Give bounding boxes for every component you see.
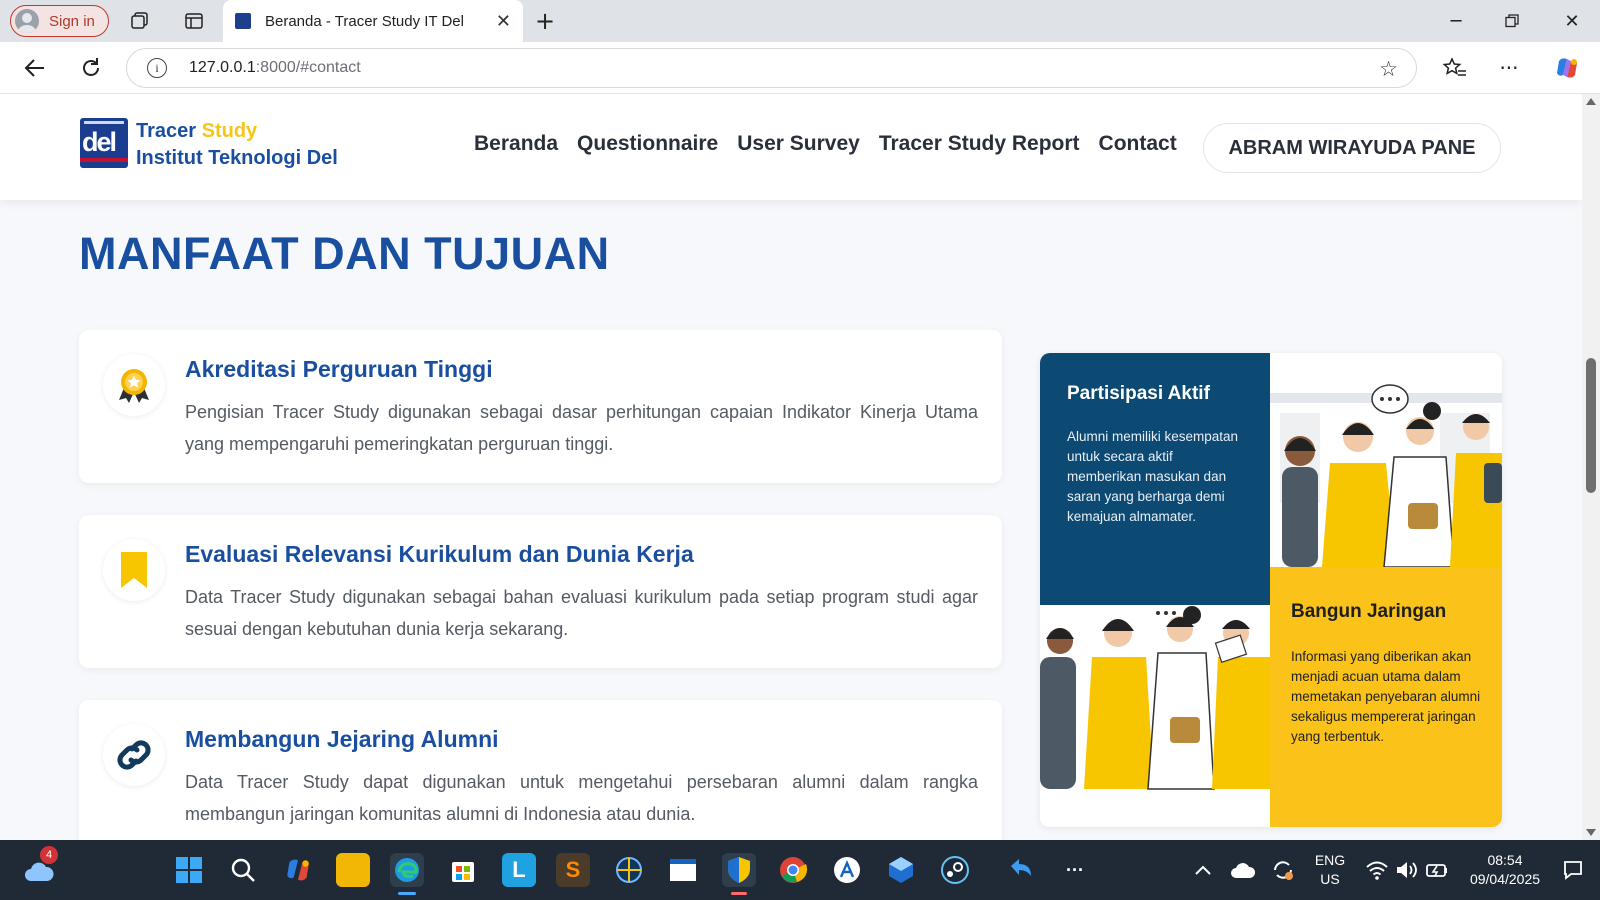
favorite-star-icon[interactable]: ☆ (1379, 57, 1398, 81)
file-explorer-icon[interactable] (336, 853, 370, 887)
tab-active[interactable]: Beranda - Tracer Study IT Del ✕ (223, 0, 523, 42)
brand-tracer: Tracer (136, 120, 197, 142)
panel-participation: Partisipasi Aktif Alumni memiliki kesemp… (1040, 353, 1270, 605)
nav-questionnaire[interactable]: Questionnaire (577, 132, 718, 156)
page-viewport: del Tracer Study Institut Teknologi Del … (0, 94, 1582, 840)
card-title: Akreditasi Perguruan Tinggi (185, 356, 493, 382)
card-title: Evaluasi Relevansi Kurikulum dan Dunia K… (185, 541, 694, 567)
scroll-down-icon[interactable] (1586, 829, 1596, 836)
benefit-card: Membangun Jejaring Alumni Data Tracer St… (79, 700, 1002, 840)
info-panel: Partisipasi Aktif Alumni memiliki kesemp… (1040, 353, 1502, 827)
award-icon (103, 354, 165, 416)
workspaces-icon[interactable] (128, 10, 152, 32)
link-icon (103, 724, 165, 786)
feedback-arrow-icon[interactable] (1004, 853, 1038, 887)
address-bar-row: i 127.0.0.1:8000/#contact ☆ ··· (0, 42, 1600, 94)
site-header: del Tracer Study Institut Teknologi Del … (0, 94, 1582, 200)
tab-actions-icon[interactable] (182, 10, 206, 32)
page-scrollbar[interactable] (1582, 94, 1600, 840)
taskbar-overflow-icon[interactable]: ··· (1058, 853, 1092, 887)
l-app-icon[interactable]: L (502, 853, 536, 887)
close-tab-icon[interactable]: ✕ (496, 11, 511, 32)
sync-icon[interactable] (1266, 853, 1300, 887)
url-text: 127.0.0.1:8000/#contact (189, 59, 361, 76)
show-hidden-icons-icon[interactable] (1186, 853, 1220, 887)
copilot-taskbar-icon[interactable] (281, 853, 315, 887)
user-menu-button[interactable]: ABRAM WIRAYUDA PANE (1203, 123, 1501, 173)
bookmark-icon (103, 539, 165, 601)
sign-in-label: Sign in (49, 12, 95, 30)
sublime-text-icon[interactable]: S (556, 853, 590, 887)
card-text: Data Tracer Study dapat digunakan untuk … (185, 772, 978, 824)
start-icon[interactable] (172, 853, 206, 887)
battery-icon[interactable] (1420, 853, 1454, 887)
steam-icon[interactable] (938, 853, 972, 887)
card-text: Pengisian Tracer Study digunakan sebagai… (185, 402, 978, 454)
refresh-icon[interactable] (76, 54, 106, 82)
nav-beranda[interactable]: Beranda (474, 132, 558, 156)
nav-tracer-study-report[interactable]: Tracer Study Report (879, 132, 1080, 156)
back-icon[interactable] (20, 54, 50, 82)
minimize-icon[interactable]: ─ (1428, 0, 1484, 42)
panel-network-text: Informasi yang diberikan akan menjadi ac… (1291, 649, 1481, 744)
close-window-icon[interactable]: ✕ (1544, 0, 1600, 42)
panel-network-title: Bangun Jaringan (1291, 601, 1447, 622)
chrome-icon[interactable] (776, 853, 810, 887)
section-title: MANFAAT DAN TUJUAN (79, 228, 610, 279)
favorites-icon[interactable] (1440, 54, 1470, 82)
security-shield-icon[interactable] (722, 853, 756, 887)
card-text: Data Tracer Study digunakan sebagai baha… (185, 587, 978, 639)
window-app-icon[interactable] (666, 853, 700, 887)
brand-institute: Institut Teknologi Del (136, 147, 338, 169)
panel-participation-title: Partisipasi Aktif (1067, 383, 1210, 404)
site-favicon-icon (235, 13, 251, 29)
virtualbox-icon[interactable] (884, 853, 918, 887)
more-options-icon[interactable]: ··· (1494, 54, 1524, 82)
sign-in-button[interactable]: Sign in (10, 5, 109, 37)
benefit-card: Evaluasi Relevansi Kurikulum dan Dunia K… (79, 515, 1002, 668)
store-icon[interactable] (446, 853, 480, 887)
url-field[interactable]: i 127.0.0.1:8000/#contact ☆ (126, 48, 1417, 88)
alumni-discussion-illustration (1040, 605, 1270, 827)
brand-study: Study (201, 120, 258, 142)
restore-icon[interactable] (1484, 0, 1540, 42)
brand-name[interactable]: Tracer Study Institut Teknologi Del (136, 118, 338, 172)
site-info-icon[interactable]: i (147, 58, 167, 78)
weather-badge: 4 (40, 846, 58, 864)
alumni-group-illustration (1270, 353, 1502, 567)
language-indicator[interactable]: ENG US (1304, 851, 1356, 889)
copilot-icon[interactable] (1552, 54, 1582, 82)
profile-avatar-icon (15, 9, 39, 33)
scrollbar-thumb[interactable] (1586, 358, 1596, 493)
volume-icon[interactable] (1390, 853, 1424, 887)
benefit-card: Akreditasi Perguruan Tinggi Pengisian Tr… (79, 330, 1002, 483)
search-icon[interactable] (226, 853, 260, 887)
panel-participation-text: Alumni memiliki kesempatan untuk secara … (1067, 429, 1239, 524)
main-nav: Beranda Questionnaire User Survey Tracer… (474, 132, 1177, 156)
nav-user-survey[interactable]: User Survey (737, 132, 860, 156)
panel-network: Bangun Jaringan Informasi yang diberikan… (1270, 567, 1502, 827)
nav-contact[interactable]: Contact (1099, 132, 1177, 156)
windows-taskbar: 4 L S ··· ENG US 08:54 09/04/2025 (0, 840, 1600, 900)
edge-icon[interactable] (390, 853, 424, 887)
clock[interactable]: 08:54 09/04/2025 (1462, 851, 1548, 889)
a-app-icon[interactable] (830, 853, 864, 887)
new-tab-icon[interactable]: + (532, 7, 558, 35)
onedrive-icon[interactable] (1226, 853, 1260, 887)
notification-icon[interactable] (1556, 853, 1590, 887)
network-app-icon[interactable] (612, 853, 646, 887)
scroll-up-icon[interactable] (1586, 98, 1596, 105)
browser-tab-bar: Sign in Beranda - Tracer Study IT Del ✕ … (0, 0, 1600, 42)
wifi-icon[interactable] (1360, 853, 1394, 887)
tab-title: Beranda - Tracer Study IT Del (265, 12, 464, 30)
card-title: Membangun Jejaring Alumni (185, 726, 499, 752)
itdel-logo-icon[interactable]: del (80, 118, 128, 168)
